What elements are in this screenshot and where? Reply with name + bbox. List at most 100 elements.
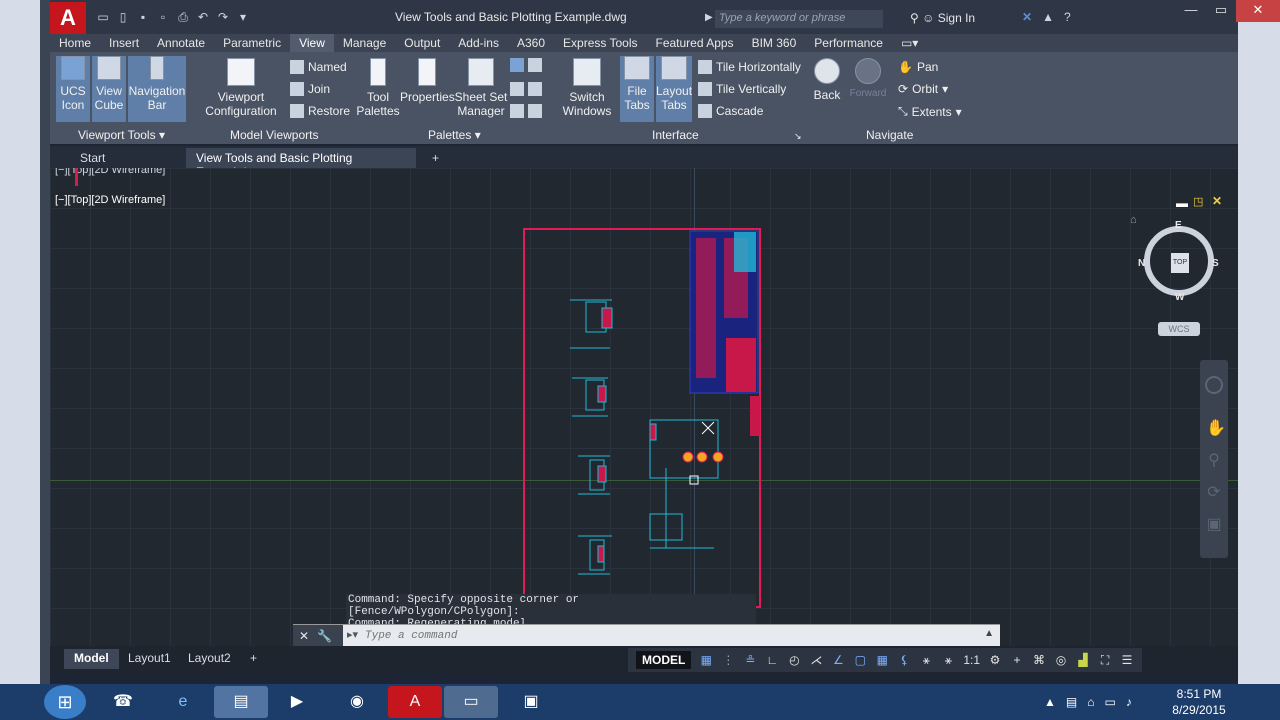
annotation-monitor-icon[interactable]: +: [1010, 653, 1024, 667]
home-icon[interactable]: ⌂: [1130, 214, 1137, 226]
ortho-icon[interactable]: ∟: [765, 653, 779, 667]
save-icon[interactable]: ▪: [136, 10, 150, 24]
viewcube-face-top[interactable]: TOP: [1171, 253, 1189, 273]
ribbon-tab-home[interactable]: Home: [50, 34, 100, 52]
group-viewport-tools[interactable]: Viewport Tools ▾: [78, 128, 165, 142]
cascade-button[interactable]: Cascade: [698, 104, 763, 118]
autodesk-icon[interactable]: ▲: [1042, 10, 1054, 24]
clean-screen-icon[interactable]: ⛶: [1098, 653, 1112, 667]
sign-in-button[interactable]: ⚲ ☺ Sign In: [910, 11, 975, 25]
taskbar-explorer-icon[interactable]: ▤: [214, 686, 268, 718]
customize-qat-icon[interactable]: ▾: [236, 10, 250, 24]
ribbon-options-icon[interactable]: ▭▾: [892, 34, 927, 52]
palette-small-1[interactable]: [510, 58, 542, 72]
selection-cycling-icon[interactable]: ⚸: [897, 653, 911, 667]
drawing-canvas[interactable]: [−][Top][2D Wireframe] [−][Top][2D Wiref…: [50, 168, 1238, 646]
ucs-icon-button[interactable]: UCS Icon: [56, 56, 90, 122]
grid-icon[interactable]: ▦: [699, 653, 713, 667]
autoscale-icon[interactable]: ⚹: [941, 653, 955, 667]
properties-button[interactable]: Properties: [400, 58, 455, 104]
model-space-button[interactable]: MODEL: [636, 651, 692, 669]
ribbon-tab-manage[interactable]: Manage: [334, 34, 395, 52]
lineweight-icon[interactable]: ▦: [875, 653, 889, 667]
command-history-expand-icon[interactable]: ▲: [984, 628, 994, 639]
join-button[interactable]: Join: [290, 82, 330, 96]
wrench-icon[interactable]: 🔧: [317, 629, 332, 643]
layout-tabs-button[interactable]: Layout Tabs: [656, 56, 692, 122]
ribbon-tab-bim-360[interactable]: BIM 360: [743, 34, 806, 52]
ribbon-tab-annotate[interactable]: Annotate: [148, 34, 214, 52]
viewport-minimize-icon[interactable]: ▬: [1176, 196, 1188, 210]
named-button[interactable]: Named: [290, 60, 347, 74]
orbit-button[interactable]: ⟳ Orbit ▾: [898, 82, 948, 96]
file-tabs-button[interactable]: File Tabs: [620, 56, 654, 122]
showmotion-icon[interactable]: ▣: [1206, 514, 1222, 533]
polar-icon[interactable]: ◴: [787, 653, 801, 667]
help-icon[interactable]: ?: [1064, 10, 1071, 24]
close-command-icon[interactable]: ✕: [299, 629, 309, 643]
tray-monitor-icon[interactable]: ▭: [1104, 695, 1115, 709]
close-button[interactable]: ✕: [1236, 0, 1280, 22]
viewcube[interactable]: TOP: [1144, 226, 1214, 296]
tab-layout1[interactable]: Layout1: [118, 649, 181, 669]
tab-start[interactable]: Start: [70, 148, 115, 168]
compass-east[interactable]: E: [1175, 220, 1182, 231]
tile-vertically-button[interactable]: Tile Vertically: [698, 82, 786, 96]
open-icon[interactable]: ▯: [116, 10, 130, 24]
taskbar-notes-icon[interactable]: ▭: [444, 686, 498, 718]
snap-icon[interactable]: ⋮: [721, 653, 735, 667]
compass-north[interactable]: N: [1138, 258, 1145, 269]
viewport-configuration-button[interactable]: Viewport Configuration: [200, 58, 282, 118]
osnap-tracking-icon[interactable]: ∠: [831, 653, 845, 667]
ribbon-tab-view[interactable]: View: [290, 34, 334, 52]
maximize-button[interactable]: ▭: [1206, 0, 1236, 22]
units-icon[interactable]: ⌘: [1032, 653, 1046, 667]
ribbon-tab-parametric[interactable]: Parametric: [214, 34, 290, 52]
navigation-bar-button[interactable]: Navigation Bar: [128, 56, 186, 122]
new-tab-button[interactable]: +: [422, 148, 449, 168]
tab-layout2[interactable]: Layout2: [178, 649, 241, 669]
ribbon-tab-output[interactable]: Output: [395, 34, 449, 52]
annotation-visibility-icon[interactable]: ⚹: [919, 653, 933, 667]
hardware-accel-icon[interactable]: ▟: [1076, 653, 1090, 667]
back-button[interactable]: Back: [808, 58, 846, 102]
ribbon-tab-performance[interactable]: Performance: [805, 34, 892, 52]
tray-volume-icon[interactable]: ♪: [1126, 695, 1132, 709]
taskbar-ie-icon[interactable]: e: [156, 686, 210, 718]
pan-nav-icon[interactable]: ✋: [1206, 418, 1226, 437]
save-as-icon[interactable]: ▫: [156, 10, 170, 24]
wcs-menu[interactable]: WCS: [1158, 322, 1200, 336]
quick-properties-icon[interactable]: ◎: [1054, 653, 1068, 667]
ribbon-tab-add-ins[interactable]: Add-ins: [449, 34, 508, 52]
restore-button[interactable]: Restore: [290, 104, 350, 118]
clock[interactable]: 8:51 PM 8/29/2015: [1164, 686, 1234, 718]
extents-button[interactable]: ⤡ Extents ▾: [898, 104, 962, 119]
infer-icon[interactable]: ≗: [743, 653, 757, 667]
plot-icon[interactable]: ⎙: [176, 10, 190, 24]
group-palettes[interactable]: Palettes ▾: [428, 128, 481, 142]
pan-button[interactable]: ✋ Pan: [898, 60, 938, 74]
tool-palettes-button[interactable]: Tool Palettes: [356, 58, 400, 118]
tray-expand-icon[interactable]: ▲: [1044, 695, 1056, 709]
viewport-restore-icon[interactable]: ◳: [1193, 195, 1203, 208]
zoom-nav-icon[interactable]: ⚲: [1206, 450, 1222, 469]
exchange-icon[interactable]: ✕: [1022, 10, 1032, 24]
add-layout-button[interactable]: +: [240, 649, 267, 669]
search-expand-icon[interactable]: ▶: [705, 12, 713, 23]
ribbon-tab-express-tools[interactable]: Express Tools: [554, 34, 646, 52]
new-icon[interactable]: ▭: [96, 10, 110, 24]
command-input[interactable]: [365, 628, 965, 644]
ribbon-tab-a360[interactable]: A360: [508, 34, 554, 52]
taskbar-media-icon[interactable]: ▶: [270, 686, 324, 718]
palette-small-2[interactable]: [510, 82, 542, 96]
tile-horizontally-button[interactable]: Tile Horizontally: [698, 60, 801, 74]
palette-small-3[interactable]: [510, 104, 542, 118]
tray-device-icon[interactable]: ⌂: [1087, 695, 1094, 709]
interface-dialog-launcher-icon[interactable]: ↘: [794, 131, 802, 142]
redo-icon[interactable]: ↷: [216, 10, 230, 24]
minimize-button[interactable]: —: [1176, 0, 1206, 22]
tab-drawing[interactable]: View Tools and Basic Plotting Example* ✕: [186, 148, 416, 179]
tray-network-icon[interactable]: ▤: [1066, 695, 1077, 709]
isodraft-icon[interactable]: ⋌: [809, 653, 823, 667]
customize-status-icon[interactable]: ☰: [1120, 653, 1134, 667]
